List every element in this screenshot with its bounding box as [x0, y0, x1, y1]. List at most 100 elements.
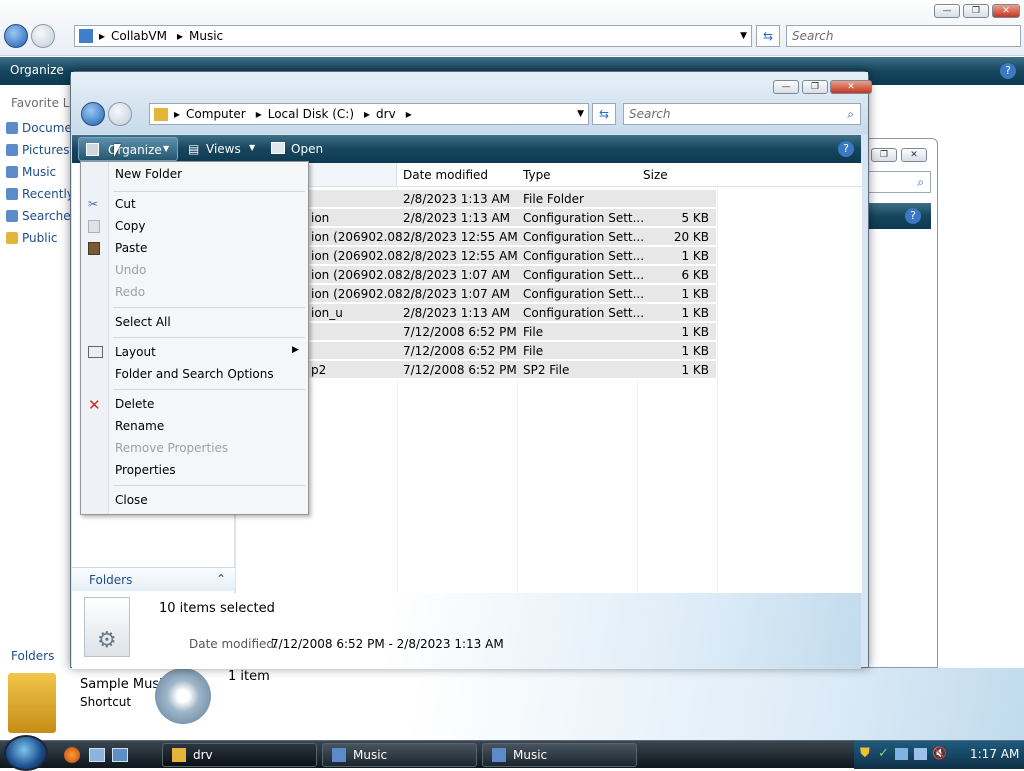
- menu-copy[interactable]: Copy: [115, 219, 145, 233]
- file-name-cell: ion (206902.08...: [311, 249, 415, 263]
- folder-icon: [6, 232, 18, 244]
- drv-back-button[interactable]: [81, 102, 105, 126]
- size-cell: 5 KB: [681, 211, 709, 225]
- drv-details-pane: ⚙ 10 items selected Date modified: 7/12/…: [72, 593, 861, 669]
- music-close-button[interactable]: ✕: [992, 4, 1020, 18]
- menu-delete[interactable]: Delete: [115, 397, 154, 411]
- column-type[interactable]: Type: [523, 168, 551, 182]
- menu-layout[interactable]: Layout: [115, 345, 156, 359]
- size-cell: 1 KB: [681, 287, 709, 301]
- network-icon[interactable]: [895, 748, 908, 760]
- taskbar-button-music-2[interactable]: Music: [482, 743, 637, 767]
- menu-close[interactable]: Close: [115, 493, 148, 507]
- help-icon[interactable]: ?: [905, 208, 921, 224]
- check-icon[interactable]: ✓: [878, 746, 889, 761]
- music-search-input[interactable]: Search: [786, 25, 1021, 47]
- music-address-bar[interactable]: ▸ CollabVM ▸ Music ▼: [74, 25, 752, 47]
- collabvm-icon: [79, 29, 93, 43]
- fav-searches[interactable]: Searches: [6, 209, 77, 223]
- size-cell: 1 KB: [681, 325, 709, 339]
- date-cell: 7/12/2008 6:52 PM: [403, 344, 517, 358]
- date-cell: 2/8/2023 1:13 AM: [403, 211, 511, 225]
- menu-folder-search-options[interactable]: Folder and Search Options: [115, 367, 274, 381]
- music-maximize-button[interactable]: ❐: [963, 4, 989, 18]
- clock[interactable]: 1:17 AM: [970, 747, 1019, 761]
- music-folders-toggle[interactable]: Folders: [11, 649, 54, 663]
- taskbar-button-music-1[interactable]: Music: [322, 743, 477, 767]
- music-forward-button[interactable]: [31, 24, 55, 48]
- sample-music-icon[interactable]: [8, 673, 56, 733]
- column-size[interactable]: Size: [643, 168, 668, 182]
- type-cell: Configuration Sett...: [523, 287, 645, 301]
- drv-refresh-button[interactable]: ⇆: [592, 103, 616, 125]
- column-date-modified[interactable]: Date modified: [403, 168, 488, 182]
- menu-rename[interactable]: Rename: [115, 419, 164, 433]
- breadcrumb-local-disk[interactable]: Local Disk (C:): [268, 107, 354, 121]
- menu-paste[interactable]: Paste: [115, 241, 147, 255]
- fav-pictures[interactable]: Pictures: [6, 143, 70, 157]
- breadcrumb-drv[interactable]: drv: [376, 107, 396, 121]
- show-desktop-icon[interactable]: [89, 748, 105, 762]
- breadcrumb-music[interactable]: Music: [189, 29, 223, 43]
- breadcrumb-collabvm[interactable]: CollabVM: [111, 29, 167, 43]
- help-icon[interactable]: ?: [1000, 63, 1016, 79]
- folder-icon: [154, 107, 168, 121]
- search-icon[interactable]: ⌕: [847, 104, 854, 124]
- file-name-cell: ion (206902.08...: [311, 230, 415, 244]
- firefox-icon[interactable]: [64, 747, 80, 763]
- hidden-window-maximize[interactable]: ❐: [871, 148, 897, 162]
- taskbar-button-drv[interactable]: drv: [162, 743, 317, 767]
- views-button[interactable]: ▤ Views ▼: [186, 137, 262, 161]
- fav-music[interactable]: Music: [6, 165, 56, 179]
- chevron-up-icon: ⌃: [216, 572, 227, 586]
- hidden-window-search[interactable]: ⌕: [861, 171, 931, 193]
- switch-windows-icon[interactable]: [112, 748, 128, 762]
- menu-properties[interactable]: Properties: [115, 463, 176, 477]
- type-cell: Configuration Sett...: [523, 268, 645, 282]
- menu-new-folder[interactable]: New Folder: [115, 167, 182, 181]
- start-button[interactable]: [4, 735, 48, 771]
- drv-command-bar: Organize ▼ ▤ Views ▼ Open ?: [72, 135, 861, 163]
- open-button[interactable]: Open: [269, 137, 329, 161]
- menu-select-all[interactable]: Select All: [115, 315, 171, 329]
- drv-minimize-button[interactable]: —: [773, 80, 799, 94]
- menu-cut[interactable]: Cut: [115, 197, 136, 211]
- size-cell: 20 KB: [673, 230, 709, 244]
- chevron-down-icon: ▼: [249, 143, 256, 152]
- address-dropdown-icon[interactable]: ▼: [577, 109, 584, 119]
- documents-icon: [6, 122, 18, 134]
- size-cell: 6 KB: [681, 268, 709, 282]
- drv-maximize-button[interactable]: ❐: [802, 80, 828, 94]
- music-organize-button[interactable]: Organize: [10, 63, 64, 77]
- organize-menu: New Folder ✂ Cut Copy Paste Undo Redo Se…: [80, 161, 309, 515]
- hidden-window-close[interactable]: ✕: [901, 148, 927, 162]
- organize-button[interactable]: Organize ▼: [78, 137, 178, 161]
- drv-search-input[interactable]: Search ⌕: [623, 103, 861, 125]
- drv-file-list: Date modified Type Size 2/8/2023 1:13 AM…: [236, 163, 862, 593]
- menu-redo: Redo: [115, 285, 146, 299]
- menu-separator: [113, 485, 305, 486]
- open-icon: [271, 142, 285, 154]
- drv-address-bar[interactable]: ▸ Computer ▸ Local Disk (C:) ▸ drv ▸ ▼: [149, 103, 589, 125]
- display-icon[interactable]: [914, 748, 927, 760]
- layout-icon: [88, 346, 103, 358]
- menu-separator: [113, 307, 305, 308]
- help-icon[interactable]: ?: [838, 141, 854, 157]
- menu-gutter: [81, 162, 109, 514]
- type-cell: Configuration Sett...: [523, 211, 645, 225]
- recent-icon: [6, 188, 18, 200]
- drv-forward-button[interactable]: [108, 102, 132, 126]
- fav-public[interactable]: Public: [6, 231, 58, 245]
- breadcrumb-computer[interactable]: Computer: [186, 107, 246, 121]
- type-cell: SP2 File: [523, 363, 570, 377]
- security-shield-icon[interactable]: ⛊: [860, 746, 870, 761]
- music-refresh-button[interactable]: ⇆: [756, 25, 780, 47]
- music-back-button[interactable]: [4, 24, 28, 48]
- address-dropdown-icon[interactable]: ▼: [740, 31, 747, 41]
- search-icon: ⌕: [917, 175, 924, 189]
- volume-muted-icon[interactable]: 🔇: [932, 746, 947, 760]
- drv-folders-toggle[interactable]: Folders ⌃: [72, 567, 235, 591]
- drv-close-button[interactable]: ✕: [830, 80, 872, 94]
- menu-separator: [113, 389, 305, 390]
- music-minimize-button[interactable]: —: [934, 4, 960, 18]
